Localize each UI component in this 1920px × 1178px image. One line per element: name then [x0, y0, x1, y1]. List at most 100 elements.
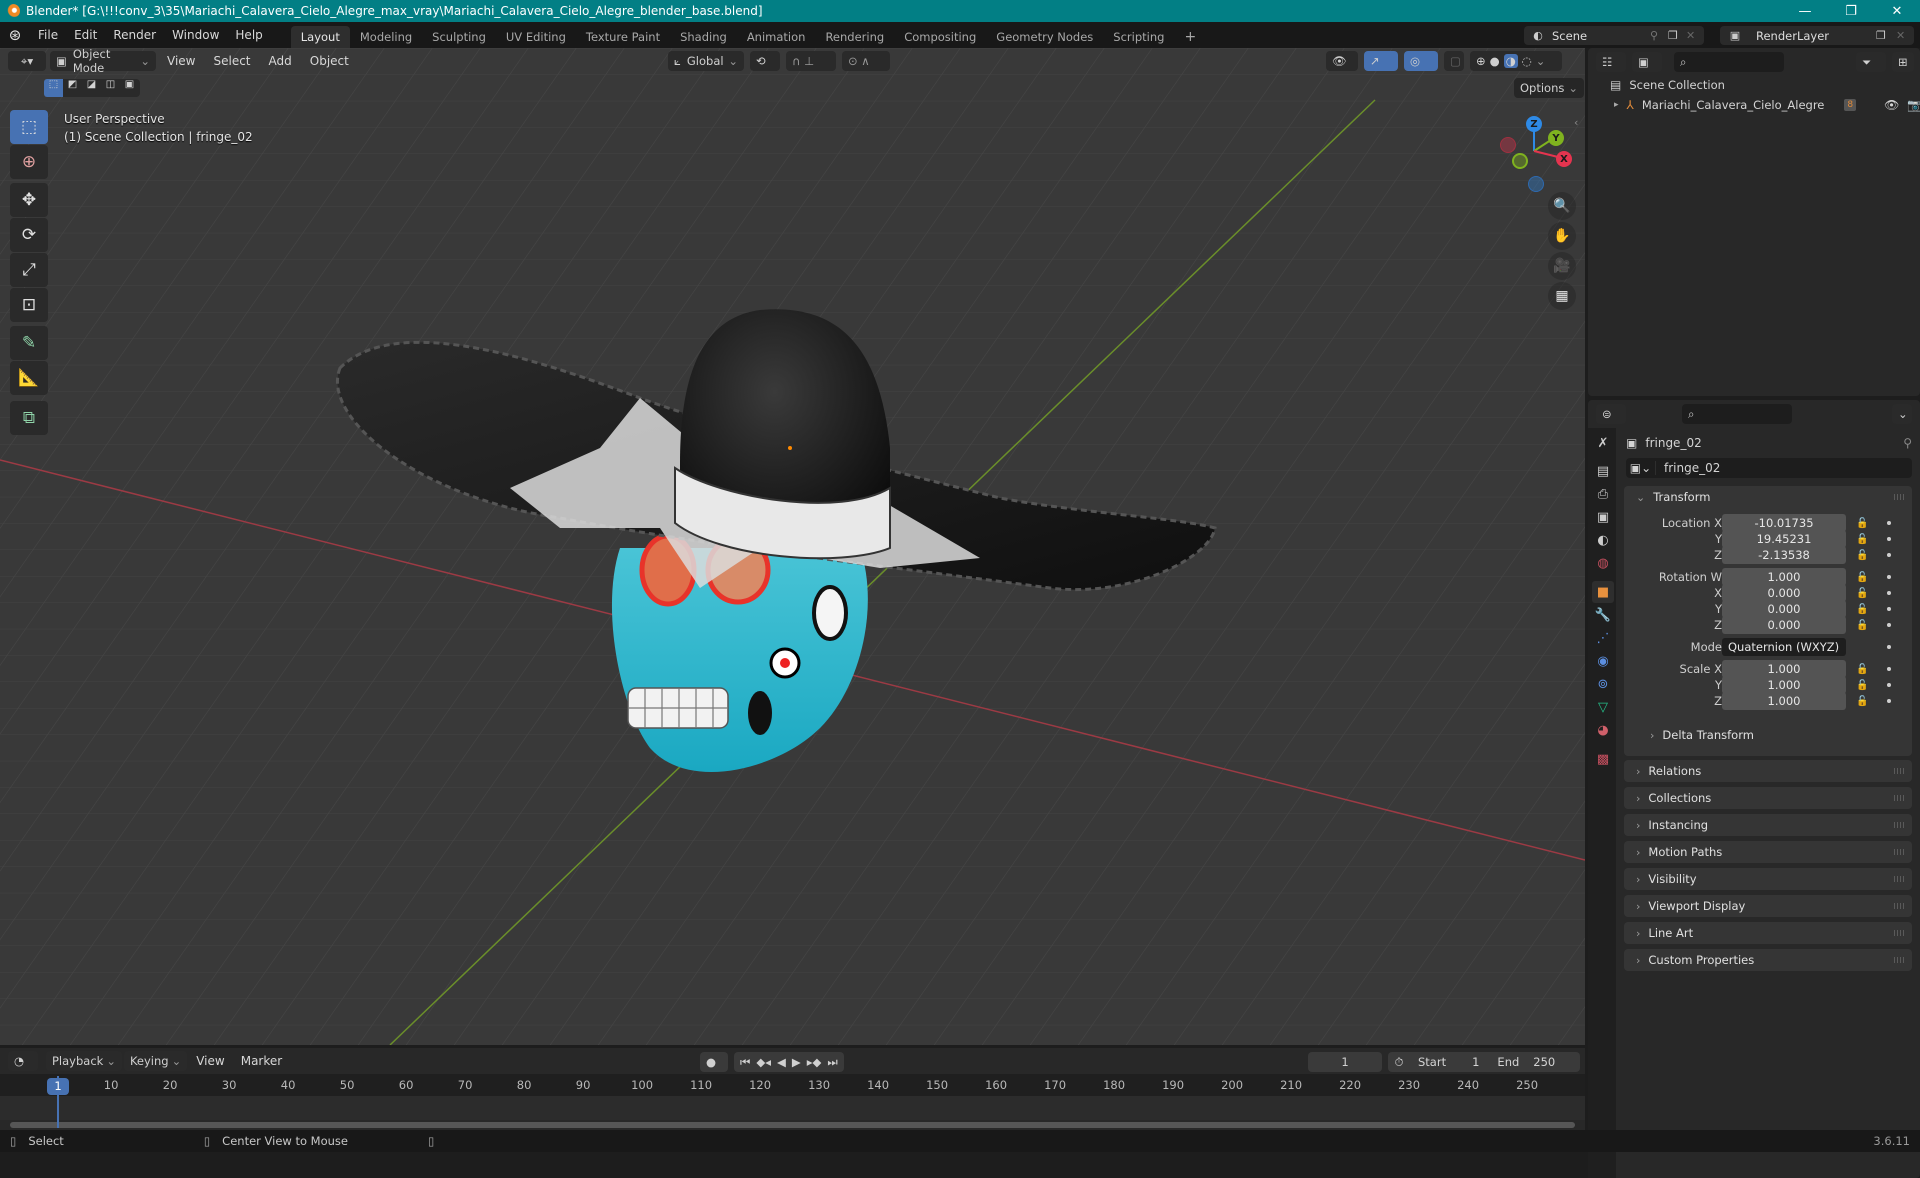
maximize-button[interactable]: ❐: [1828, 0, 1874, 22]
stopwatch-icon[interactable]: ⏱: [1388, 1055, 1410, 1070]
gizmo-z-axis[interactable]: Z: [1526, 116, 1542, 132]
filter-button[interactable]: ⏷: [1856, 52, 1886, 72]
new-view-layer-icon[interactable]: ❐: [1876, 29, 1896, 42]
tab-compositing[interactable]: Compositing: [894, 26, 986, 48]
viewport-display-panel[interactable]: › Viewport Display: [1624, 895, 1912, 917]
outliner-search[interactable]: ⌕: [1674, 52, 1784, 72]
solid-shading-icon[interactable]: ●: [1490, 54, 1500, 68]
lock-icon[interactable]: 🔓: [1856, 588, 1868, 599]
pivot-point-button[interactable]: ⟲: [750, 51, 780, 71]
tool-measure[interactable]: 📐: [10, 361, 48, 395]
line-art-panel[interactable]: › Line Art: [1624, 922, 1912, 944]
minimize-button[interactable]: —: [1782, 0, 1828, 22]
lock-icon[interactable]: 🔓: [1856, 572, 1868, 583]
gizmo-x-axis[interactable]: X: [1556, 151, 1572, 167]
drag-handle-icon[interactable]: [1894, 768, 1904, 774]
object-datablock-field[interactable]: ▣⌄ fringe_02: [1626, 458, 1912, 478]
tool-cursor[interactable]: ⊕: [10, 145, 48, 179]
mode-selector[interactable]: ▣ Object Mode ⌄: [50, 48, 156, 75]
play-reverse-icon[interactable]: ◀: [777, 1055, 786, 1069]
render-tab-icon[interactable]: ▤: [1592, 460, 1614, 482]
navigation-gizmo[interactable]: Z Y X: [1490, 108, 1580, 198]
select-intersect-icon[interactable]: ▣: [120, 79, 139, 97]
options-button[interactable]: Options ⌄: [1514, 78, 1585, 98]
instancing-panel[interactable]: › Instancing: [1624, 814, 1912, 836]
tool-rotate[interactable]: ⟳: [10, 218, 48, 252]
end-frame-field[interactable]: 250: [1533, 1055, 1555, 1069]
gizmo-neg-y[interactable]: [1512, 153, 1528, 169]
visibility-button[interactable]: 👁: [1326, 51, 1358, 71]
custom-properties-panel[interactable]: › Custom Properties: [1624, 949, 1912, 971]
chevron-down-icon[interactable]: ⌄: [1536, 54, 1546, 68]
drag-handle-icon[interactable]: [1894, 822, 1904, 828]
motion-paths-panel[interactable]: › Motion Paths: [1624, 841, 1912, 863]
pin-icon[interactable]: ⚲: [1650, 29, 1668, 42]
drag-handle-icon[interactable]: [1894, 930, 1904, 936]
add-workspace-button[interactable]: +: [1174, 26, 1206, 48]
physics-tab-icon[interactable]: ◉: [1592, 650, 1614, 672]
keyframe-dot-icon[interactable]: [1887, 667, 1891, 671]
prev-keyframe-icon[interactable]: ◆◂: [756, 1055, 771, 1069]
3d-viewport[interactable]: ⌖▾ ▣ Object Mode ⌄ View Select Add Objec…: [0, 48, 1585, 1045]
output-tab-icon[interactable]: ⎙: [1592, 483, 1614, 505]
lock-icon[interactable]: 🔓: [1856, 518, 1868, 529]
world-tab-icon[interactable]: ◍: [1592, 552, 1614, 574]
scene-name[interactable]: Scene: [1552, 29, 1650, 43]
collections-panel[interactable]: › Collections: [1624, 787, 1912, 809]
camera-view-button[interactable]: 🎥: [1548, 252, 1576, 280]
play-icon[interactable]: ▶: [792, 1055, 801, 1069]
tool-tab-icon[interactable]: ✗: [1592, 432, 1614, 454]
constraints-tab-icon[interactable]: ⊚: [1592, 673, 1614, 695]
scale-z-field[interactable]: 1.000: [1722, 692, 1846, 710]
visibility-panel[interactable]: › Visibility: [1624, 868, 1912, 890]
camera-render-icon[interactable]: 📷: [1907, 98, 1920, 112]
pin-icon[interactable]: ⚲: [1903, 436, 1912, 450]
ortho-toggle-button[interactable]: ▦: [1548, 282, 1576, 310]
timeline-editor-type[interactable]: ◔: [8, 1051, 38, 1071]
start-frame-field[interactable]: 1: [1472, 1055, 1479, 1069]
auto-keying-button[interactable]: ●: [700, 1052, 728, 1072]
texture-tab-icon[interactable]: ▩: [1592, 748, 1614, 770]
select-new-icon[interactable]: ⬚: [44, 79, 63, 97]
rendered-shading-icon[interactable]: ◌: [1522, 54, 1532, 68]
pan-view-button[interactable]: ✋: [1548, 222, 1576, 250]
jump-end-icon[interactable]: ⏭: [827, 1055, 837, 1070]
tab-shading[interactable]: Shading: [670, 26, 737, 48]
location-z-field[interactable]: -2.13538: [1722, 546, 1846, 564]
eye-icon[interactable]: 👁: [1884, 98, 1899, 112]
keyframe-dot-icon[interactable]: [1887, 537, 1891, 541]
tab-modeling[interactable]: Modeling: [350, 26, 422, 48]
menu-window[interactable]: Window: [164, 22, 227, 48]
menu-add[interactable]: Add: [262, 54, 299, 68]
keyframe-dot-icon[interactable]: [1887, 645, 1891, 649]
zoom-view-button[interactable]: 🔍: [1548, 192, 1576, 220]
keyframe-dot-icon[interactable]: [1887, 699, 1891, 703]
tool-move[interactable]: ✥: [10, 183, 48, 217]
editor-type-button[interactable]: ⌖▾: [8, 51, 46, 71]
properties-options[interactable]: ⌄: [1892, 404, 1912, 424]
lock-icon[interactable]: 🔓: [1856, 534, 1868, 545]
lock-icon[interactable]: 🔓: [1856, 620, 1868, 631]
menu-help[interactable]: Help: [227, 22, 270, 48]
drag-handle-icon[interactable]: [1894, 876, 1904, 882]
select-extend-icon[interactable]: ◩: [63, 79, 82, 97]
material-tab-icon[interactable]: ◕: [1592, 719, 1614, 741]
object-tab-icon[interactable]: ■: [1592, 581, 1614, 603]
view-layer-name[interactable]: RenderLayer: [1750, 29, 1876, 43]
object-datablock-icon[interactable]: ▣⌄: [1626, 461, 1656, 475]
menu-object[interactable]: Object: [303, 54, 356, 68]
properties-search[interactable]: ⌕: [1682, 404, 1792, 424]
current-frame-field[interactable]: 1: [1308, 1052, 1382, 1072]
view-layer-tab-icon[interactable]: ▣: [1592, 506, 1614, 528]
rotation-mode-select[interactable]: Quaternion (WXYZ)⌄: [1722, 638, 1846, 672]
blender-menu-icon[interactable]: ⊛: [0, 26, 30, 44]
drag-handle-icon[interactable]: [1894, 795, 1904, 801]
keyframe-dot-icon[interactable]: [1887, 575, 1891, 579]
tool-scale[interactable]: ⤢: [10, 253, 48, 287]
close-window-button[interactable]: ✕: [1874, 0, 1920, 22]
keyframe-dot-icon[interactable]: [1887, 623, 1891, 627]
keyframe-dot-icon[interactable]: [1887, 607, 1891, 611]
modifier-tab-icon[interactable]: 🔧: [1592, 604, 1614, 626]
drag-handle-icon[interactable]: [1894, 849, 1904, 855]
sidebar-toggle-icon[interactable]: ‹: [1574, 116, 1578, 129]
